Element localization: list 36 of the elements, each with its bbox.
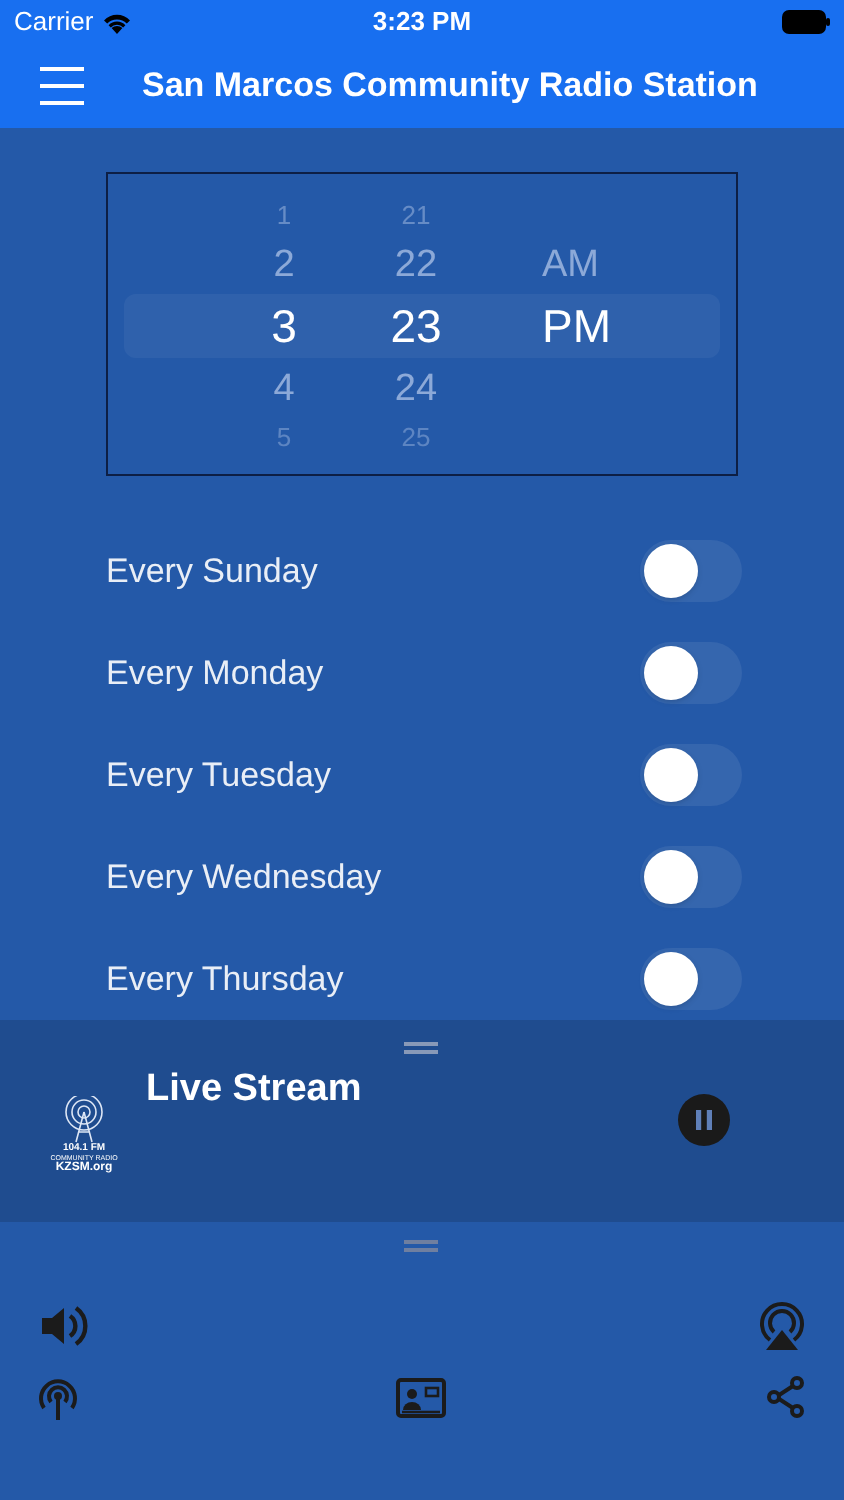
drag-handle[interactable] xyxy=(404,1240,438,1252)
contact-card-icon[interactable] xyxy=(396,1378,446,1418)
picker-value[interactable]: PM xyxy=(542,303,611,349)
picker-value[interactable]: 23 xyxy=(390,303,442,349)
day-label: Every Monday xyxy=(106,651,324,696)
day-label: Every Thursday xyxy=(106,957,344,1002)
toggle-switch[interactable] xyxy=(640,744,742,806)
toggle-switch[interactable] xyxy=(640,948,742,1010)
day-label: Every Tuesday xyxy=(106,753,331,798)
wifi-icon xyxy=(101,11,132,33)
picker-value[interactable]: 3 xyxy=(271,303,297,349)
toggle-switch[interactable] xyxy=(640,540,742,602)
toggle-switch[interactable] xyxy=(640,642,742,704)
picker-value[interactable]: 22 xyxy=(394,245,438,283)
nav-title: San Marcos Community Radio Station xyxy=(142,64,758,109)
picker-value[interactable]: 1 xyxy=(276,201,292,227)
day-label: Every Wednesday xyxy=(106,855,382,900)
picker-value[interactable]: AM xyxy=(542,245,599,283)
player-title: Live Stream xyxy=(146,1066,362,1114)
status-time: 3:23 PM xyxy=(372,4,472,41)
podcast-icon[interactable] xyxy=(36,1376,80,1420)
airplay-icon[interactable] xyxy=(756,1300,808,1352)
tower-icon xyxy=(62,1096,106,1144)
picker-value[interactable]: 2 xyxy=(273,245,295,283)
toggle-switch[interactable] xyxy=(640,846,742,908)
share-icon[interactable] xyxy=(766,1376,806,1418)
picker-value[interactable]: 21 xyxy=(401,201,431,227)
volume-icon[interactable] xyxy=(40,1304,88,1348)
day-label: Every Sunday xyxy=(106,549,318,594)
pause-button[interactable] xyxy=(678,1094,730,1146)
picker-value[interactable]: 24 xyxy=(394,369,438,407)
carrier-label: Carrier xyxy=(14,4,94,41)
menu-icon[interactable] xyxy=(40,66,84,106)
battery-icon xyxy=(781,10,830,34)
picker-value[interactable]: 4 xyxy=(273,369,295,407)
drag-handle[interactable] xyxy=(404,1042,438,1054)
